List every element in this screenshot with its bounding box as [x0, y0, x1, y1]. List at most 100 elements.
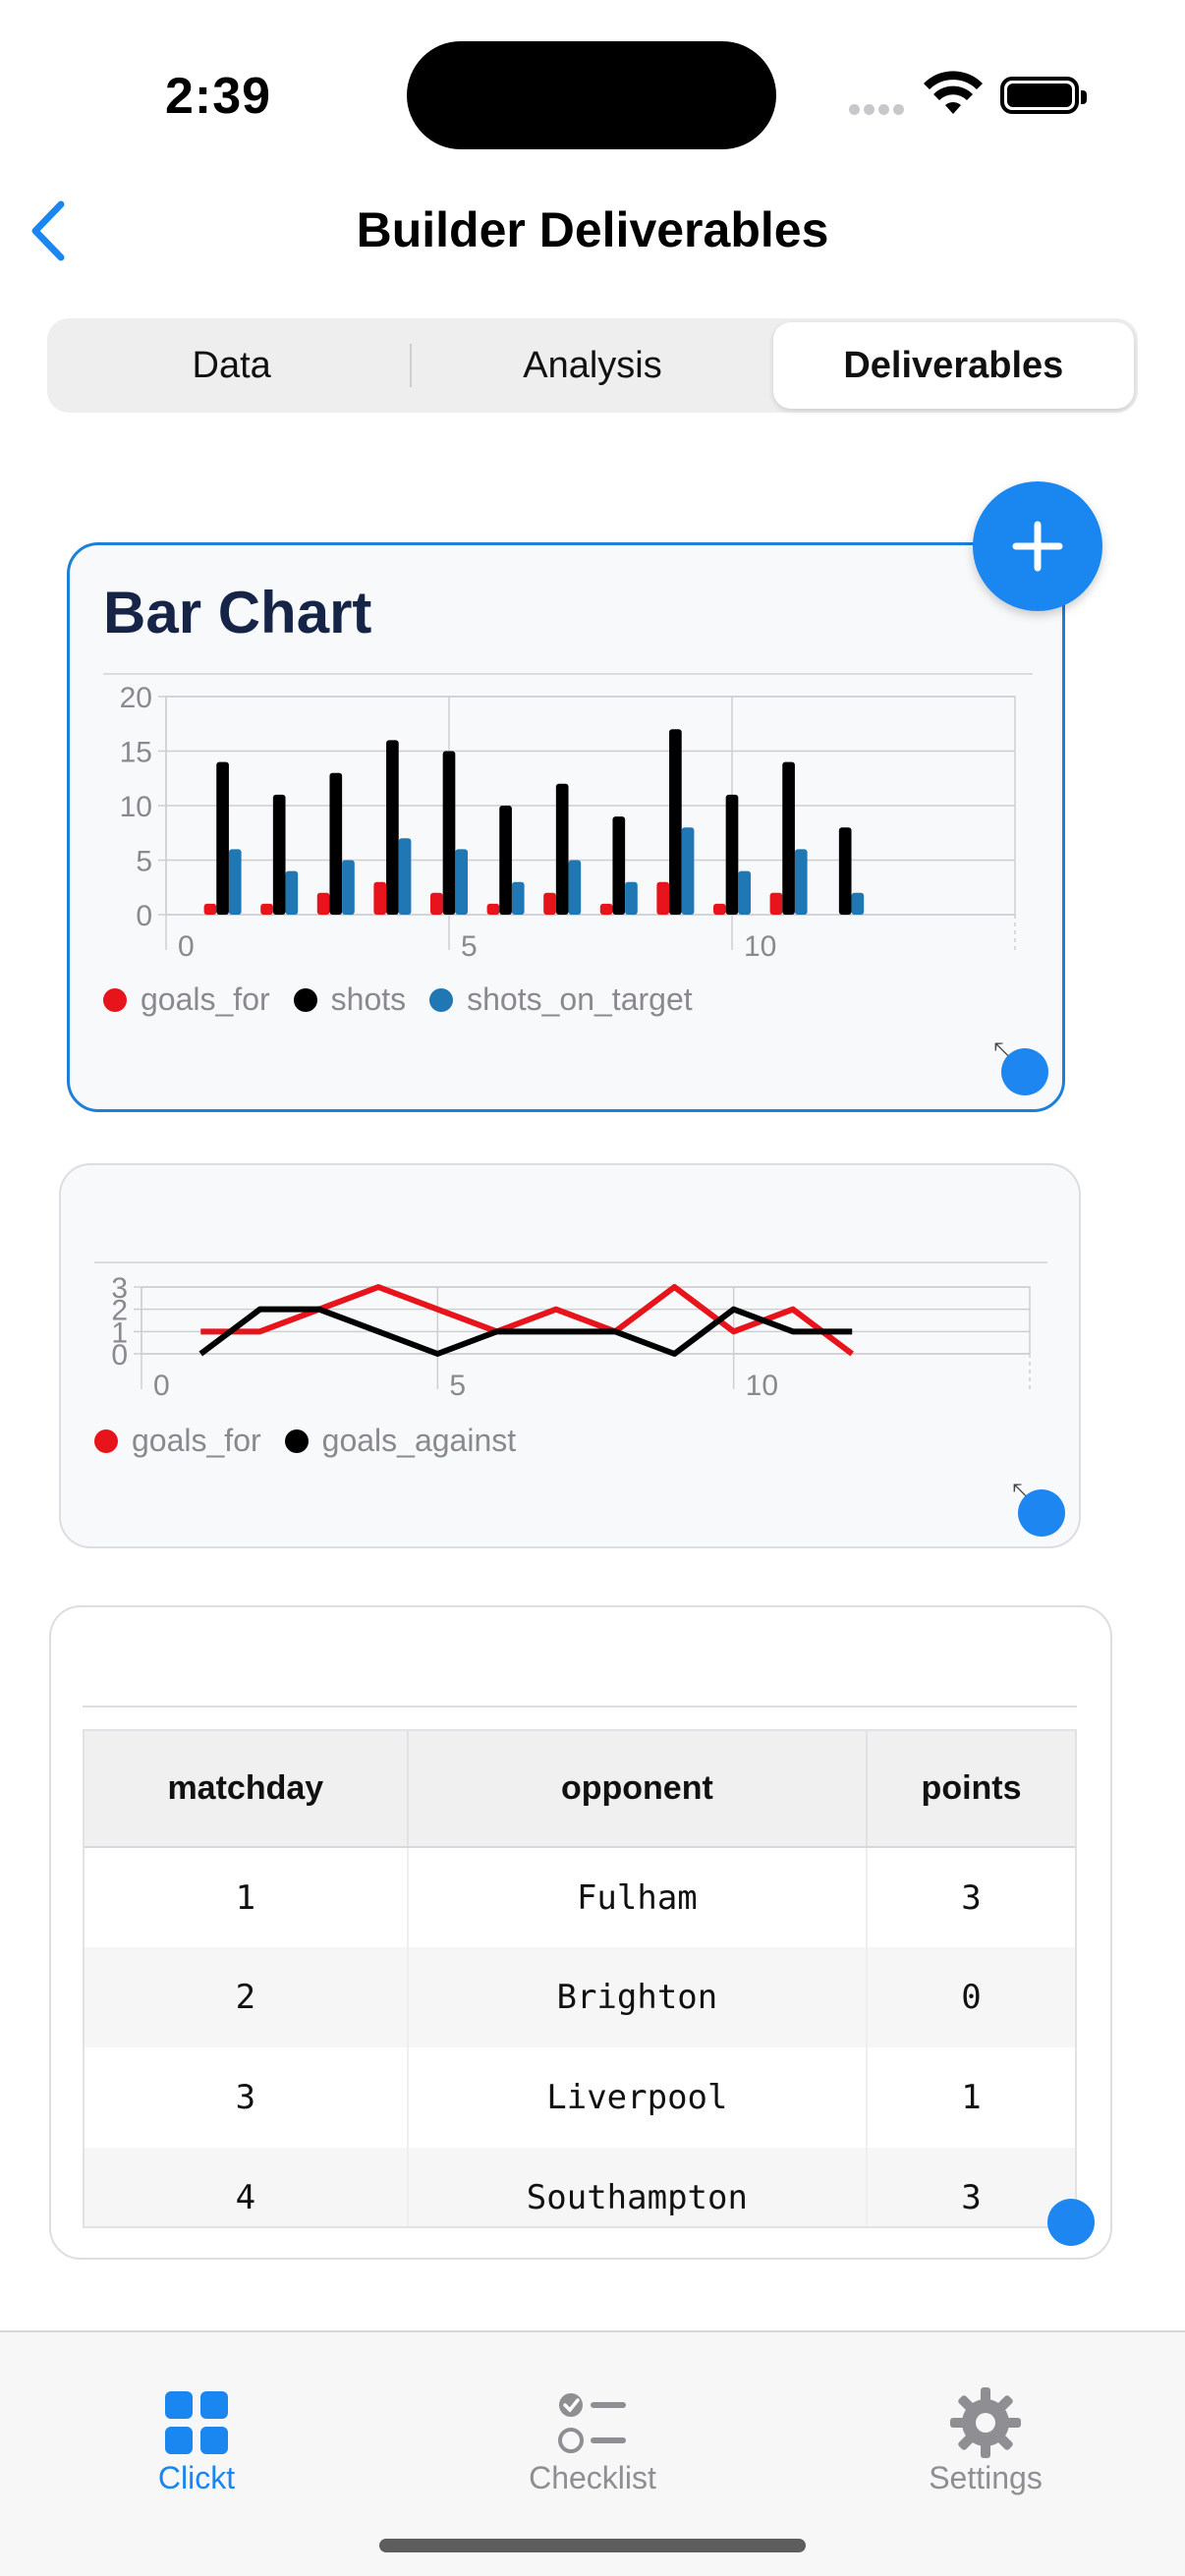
bar-shots_on_target	[794, 849, 808, 915]
battery-icon	[1000, 77, 1087, 114]
legend-item: shots	[293, 981, 407, 1018]
bar-shots	[782, 761, 795, 915]
add-deliverable-button[interactable]	[973, 481, 1102, 611]
bar-shots_on_target	[228, 849, 242, 915]
legend-label: goals_against	[321, 1423, 517, 1458]
line-goals_for	[200, 1284, 855, 1357]
resize-handle[interactable]	[1001, 1048, 1048, 1095]
table-cell: 3	[85, 2047, 409, 2148]
bar-shots	[442, 751, 456, 915]
bar-shots	[669, 729, 682, 915]
bar-shots	[216, 761, 229, 915]
bar-shots_on_target	[738, 870, 752, 915]
plus-icon	[1012, 521, 1063, 572]
tab-label: Checklist	[529, 2460, 656, 2495]
line-chart-legend: goals_for goals_against	[94, 1423, 539, 1459]
resize-handle[interactable]	[1018, 1489, 1065, 1537]
wifi-icon	[924, 71, 983, 114]
legend-item: goals_for	[94, 1423, 261, 1459]
table-cell: 1	[85, 1847, 409, 1947]
bar-goals_for	[543, 892, 556, 915]
segment-analysis[interactable]: Analysis	[412, 322, 772, 409]
bar-shots_on_target	[285, 870, 299, 915]
tab-label: Settings	[929, 2460, 1043, 2495]
line-chart: 01230 5 10	[111, 1272, 1031, 1402]
legend-item: goals_against	[284, 1423, 517, 1459]
bar-chart-card[interactable]: Bar Chart 0 5 10 15 20 0 5 10 goals_for shots sho…	[67, 542, 1065, 1112]
checklist-icon	[558, 2393, 626, 2453]
x-tick-label: 5	[461, 930, 478, 963]
tab-label: Clickt	[157, 2460, 236, 2495]
legend-swatch	[293, 987, 317, 1012]
bar-shots_on_target	[568, 860, 582, 915]
y-tick-label: 3	[111, 1272, 128, 1305]
home-indicator	[379, 2539, 806, 2552]
table-cell: 0	[867, 1947, 1075, 2047]
bar-goals_for	[373, 881, 387, 915]
y-tick-label: 20	[120, 682, 152, 714]
bar-goals_for	[712, 903, 726, 915]
column-header[interactable]: points	[867, 1731, 1075, 1848]
legend-swatch	[103, 987, 127, 1012]
bar-shots	[612, 816, 626, 915]
bar-goals_for	[316, 892, 330, 915]
table-cell: 3	[867, 2148, 1075, 2226]
table-cell: Fulham	[407, 1847, 869, 1947]
legend-label: shots_on_target	[467, 981, 693, 1017]
line-chart-card[interactable]: 0 1 2 3 0 5 10 goals_for goals_against ⤡	[59, 1163, 1081, 1548]
legend-label: shots	[330, 981, 407, 1017]
x-tick-label: 0	[178, 930, 195, 963]
segment-data[interactable]: Data	[51, 322, 413, 409]
table-row[interactable]: 3 Liverpool 1	[85, 2047, 1075, 2148]
legend-swatch	[284, 1428, 309, 1453]
card-divider	[83, 1706, 1077, 1708]
table-row[interactable]: 2 Brighton 0	[85, 1947, 1075, 2047]
resize-handle[interactable]	[1047, 2199, 1095, 2246]
table-cell: Liverpool	[407, 2047, 869, 2148]
bar-goals_for	[429, 892, 443, 915]
column-header[interactable]: matchday	[85, 1731, 409, 1848]
x-tick-label: 0	[153, 1370, 170, 1402]
status-time: 2:39	[165, 68, 272, 125]
table-card[interactable]: matchday opponent points 1 Fulham 3 2 Br…	[49, 1605, 1112, 2260]
bar-shots	[272, 794, 286, 915]
bar-chart-legend: goals_for shots shots_on_target	[103, 981, 716, 1018]
legend-label: goals_for	[132, 1423, 261, 1458]
table-cell: 4	[85, 2148, 409, 2226]
bar-shots_on_target	[455, 849, 469, 915]
bar-shots	[838, 827, 852, 915]
bar-goals_for	[599, 903, 613, 915]
legend-swatch	[429, 987, 454, 1012]
bar-goals_for	[203, 903, 217, 915]
column-header[interactable]: opponent	[407, 1731, 869, 1848]
bar-shots_on_target	[681, 827, 695, 915]
bar-shots	[386, 740, 399, 915]
legend-item: goals_for	[103, 981, 270, 1018]
x-tick-label: 5	[449, 1370, 466, 1402]
bar-shots	[499, 806, 512, 915]
bar-goals_for	[260, 903, 273, 915]
bar-shots	[329, 772, 343, 915]
data-table: matchday opponent points 1 Fulham 3 2 Br…	[83, 1729, 1077, 2228]
x-tick-label: 10	[746, 1370, 778, 1402]
bar-goals_for	[769, 892, 783, 915]
table-cell: 3	[961, 1877, 982, 1918]
segment-deliverables[interactable]: Deliverables	[772, 322, 1134, 409]
grid-icon	[165, 2391, 228, 2454]
gear-icon	[950, 2387, 1021, 2458]
table-row[interactable]: 1 Fulham 3	[85, 1847, 1075, 1947]
table-cell: Brighton	[407, 1947, 869, 2047]
bar-shots_on_target	[398, 838, 412, 915]
bar-shots_on_target	[851, 892, 865, 915]
table-cell: 2	[85, 1947, 409, 2047]
bar-shots_on_target	[511, 881, 525, 915]
legend-swatch	[94, 1428, 118, 1453]
table-cell: 1	[961, 2078, 982, 2117]
bar-shots	[725, 794, 739, 915]
bar-shots_on_target	[625, 881, 638, 915]
y-tick-label: 15	[120, 737, 152, 769]
y-tick-label: 5	[136, 846, 152, 878]
dynamic-island	[407, 41, 776, 149]
bar-shots	[555, 783, 569, 915]
table-row[interactable]: 4 Southampton 3	[85, 2148, 1075, 2226]
